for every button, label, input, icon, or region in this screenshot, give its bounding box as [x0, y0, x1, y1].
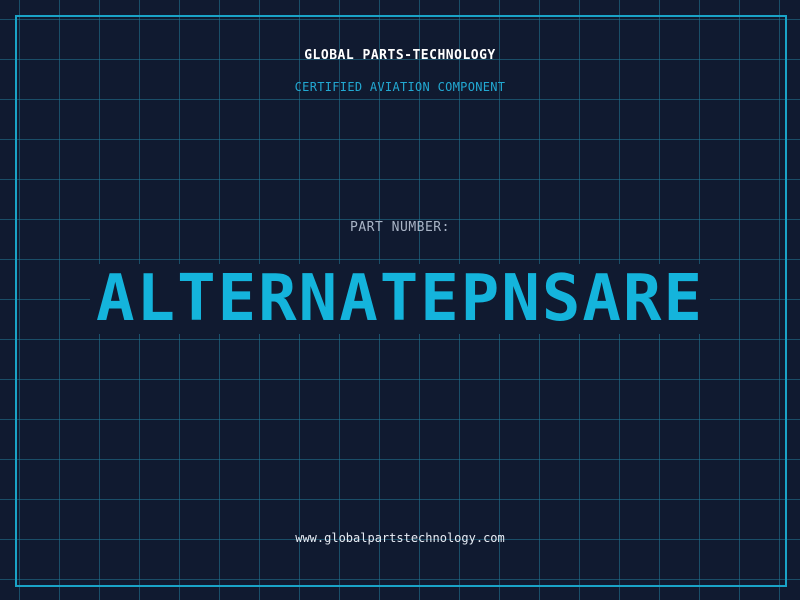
company-name: GLOBAL PARTS-TECHNOLOGY	[304, 48, 496, 63]
part-label-card: GLOBAL PARTS-TECHNOLOGY CERTIFIED AVIATI…	[0, 0, 800, 600]
part-number-label: PART NUMBER:	[350, 220, 450, 235]
website-url: www.globalpartstechnology.com	[295, 531, 505, 545]
part-number-value: ALTERNATEPNSARE	[90, 264, 710, 334]
part-number-container: ALTERNATEPNSARE	[0, 264, 800, 334]
certification-subtitle: CERTIFIED AVIATION COMPONENT	[294, 80, 506, 94]
